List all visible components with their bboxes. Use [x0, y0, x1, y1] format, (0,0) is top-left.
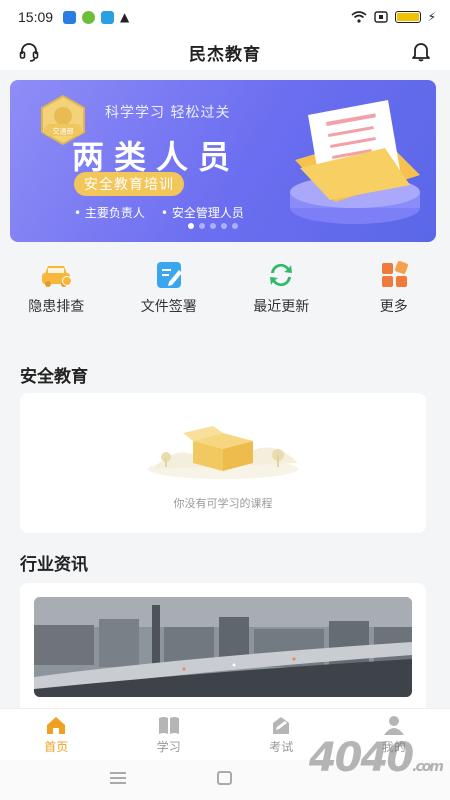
empty-state-text: 你没有可学习的课程	[173, 497, 273, 510]
refresh-icon	[270, 263, 293, 287]
banner-item: • 安全管理人员	[160, 206, 244, 220]
carousel-dot[interactable]	[188, 223, 194, 229]
battery-icon	[394, 11, 421, 23]
sim-icon	[373, 11, 388, 23]
news-section-title: 行业资讯	[20, 555, 88, 575]
carousel-dot[interactable]	[221, 223, 227, 229]
safety-section-title: 安全教育	[20, 367, 88, 387]
book-icon	[158, 717, 179, 734]
quick-action-more[interactable]: 更多	[338, 260, 450, 330]
carousel-dot[interactable]	[199, 223, 205, 229]
exam-icon	[273, 717, 290, 734]
carousel-dots[interactable]	[188, 223, 238, 229]
watermark-suffix: .com	[412, 759, 444, 775]
quick-action-label: 最近更新	[253, 299, 310, 315]
banner-item: • 主要负责人	[74, 206, 145, 220]
empty-box-illustration	[148, 426, 298, 479]
news-city-image[interactable]	[34, 597, 412, 697]
tab-label: 学习	[156, 740, 181, 754]
news-card[interactable]	[20, 583, 426, 708]
app-notification-icon	[63, 10, 77, 24]
car-icon	[42, 266, 73, 287]
quick-action-hazard-check[interactable]: 隐患排查	[0, 260, 113, 330]
quick-action-label: 文件签署	[140, 299, 197, 315]
watermark-logo: 4040.com	[308, 735, 444, 781]
banner-item-label: 主要负责人	[84, 206, 145, 220]
grid-icon	[381, 261, 408, 287]
quick-action-file-sign[interactable]: 文件签署	[113, 260, 226, 330]
user-icon	[383, 716, 404, 735]
wifi-icon	[351, 11, 367, 23]
status-bar: 15:09 ▲ ⚡	[0, 0, 450, 34]
tab-study[interactable]: 学习	[113, 709, 226, 760]
banner-items: • 主要负责人 • 安全管理人员	[74, 204, 244, 221]
watermark-main: 4040	[308, 735, 414, 781]
page-title: 民杰教育	[189, 44, 261, 65]
wechat-notification-icon	[82, 10, 96, 24]
carousel-dot[interactable]	[232, 223, 238, 229]
headset-icon[interactable]	[18, 41, 40, 67]
tab-home[interactable]: 首页	[0, 709, 113, 760]
banner-pill: 安全教育培训	[74, 172, 184, 196]
message-notification-icon	[101, 10, 115, 24]
bell-icon[interactable]	[410, 40, 432, 66]
promo-banner[interactable]: 交通部 科学学习 轻松过关 两类人员 安全教育培训 • 主要负责人 • 安全管理…	[10, 80, 436, 242]
edit-doc-icon	[156, 262, 182, 288]
home-icon	[47, 717, 66, 734]
quick-action-label: 隐患排查	[28, 299, 85, 315]
quick-actions: 隐患排查 文件签署 最近更新 更多	[0, 260, 450, 330]
quick-action-label: 更多	[379, 299, 408, 315]
app-header: 民杰教育	[0, 34, 450, 70]
tab-label: 考试	[269, 740, 294, 754]
carousel-dot[interactable]	[210, 223, 216, 229]
home-nav-icon[interactable]	[217, 771, 232, 785]
charging-icon: ⚡	[427, 10, 436, 24]
banner-item-label: 安全管理人员	[171, 206, 244, 220]
safety-empty-card: 你没有可学习的课程	[20, 393, 426, 533]
documents-illustration	[290, 100, 420, 224]
badge-text: 交通部	[53, 127, 74, 136]
warning-icon: ▲	[120, 10, 130, 24]
tab-label: 首页	[44, 740, 69, 754]
menu-nav-icon[interactable]	[110, 772, 126, 784]
status-time: 15:09	[18, 9, 54, 25]
banner-subtitle: 科学学习 轻松过关	[105, 105, 231, 121]
quick-action-recent-updates[interactable]: 最近更新	[225, 260, 338, 330]
